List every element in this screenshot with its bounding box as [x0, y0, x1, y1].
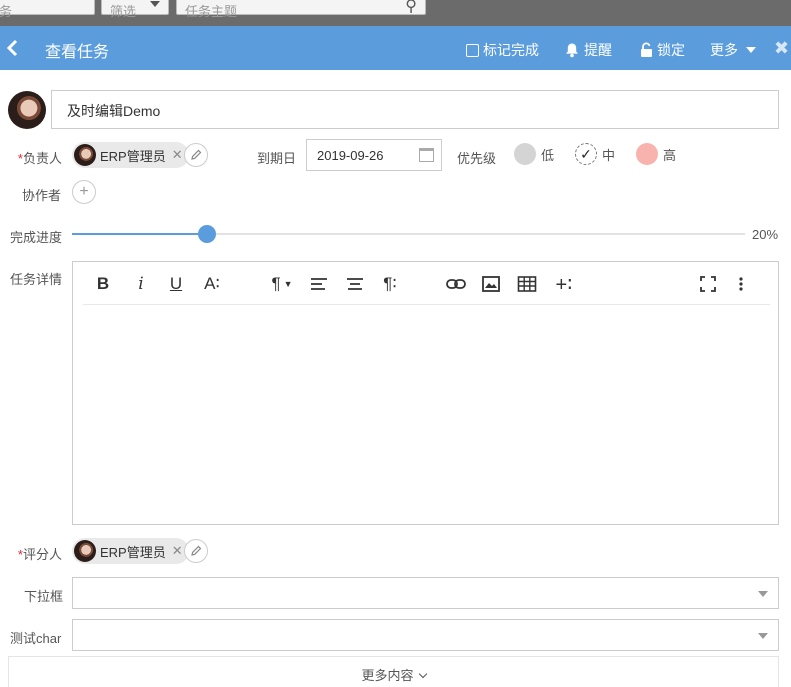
priority-low-dot [514, 143, 536, 165]
priority-high-label: 高 [663, 147, 677, 163]
checkbox-icon [466, 43, 479, 57]
fullscreen-icon[interactable] [699, 274, 717, 294]
bold-icon[interactable]: B [95, 274, 111, 294]
scorer-name: ERP管理员 [100, 544, 166, 560]
search-input[interactable]: 任务主题 ⚲ [176, 0, 426, 19]
due-date-label: 到期日 [257, 151, 297, 166]
rich-text-editor[interactable]: B i U A∶ ¶ ▼ ¶∶ +∶ [72, 261, 779, 525]
calendar-icon[interactable] [419, 148, 434, 162]
more-menu-button[interactable]: 更多 [710, 40, 756, 60]
close-icon[interactable]: ✖ [774, 38, 789, 59]
progress-fill [72, 233, 207, 235]
filter-select[interactable]: 筛选 [101, 0, 169, 19]
progress-slider[interactable] [72, 225, 745, 243]
more-content-label: 更多内容 [361, 668, 414, 683]
paragraph-format-icon[interactable]: ¶ ▼ [267, 274, 297, 294]
task-title-input[interactable]: 及时编辑Demo [51, 90, 779, 129]
dropdown-label: 下拉框 [24, 589, 64, 604]
check-icon: ✓ [575, 143, 597, 165]
unlock-icon [640, 42, 653, 58]
collaborators-label: 协作者 [22, 188, 62, 203]
insert-more-icon[interactable]: +∶ [553, 274, 575, 296]
category-select[interactable]: 务 [0, 0, 95, 19]
font-size-icon[interactable]: A∶ [201, 274, 223, 294]
assignee-label: *负责人 [14, 148, 62, 167]
progress-label: 完成进度 [10, 230, 63, 245]
italic-icon[interactable]: i [133, 274, 149, 294]
priority-medium-label: 中 [602, 147, 616, 163]
pencil-icon [191, 149, 202, 160]
task-title-value: 及时编辑Demo [67, 103, 161, 119]
dropdown-select[interactable] [72, 577, 779, 609]
creator-avatar [8, 91, 46, 129]
scorer-label: *评分人 [14, 544, 62, 563]
link-icon[interactable] [445, 274, 467, 294]
scorer-label-text: 评分人 [22, 547, 62, 562]
back-arrow-icon[interactable] [5, 38, 21, 58]
test-char-select[interactable] [72, 619, 779, 651]
avatar [74, 144, 96, 166]
chevron-down-icon [758, 633, 768, 639]
image-icon[interactable] [481, 274, 501, 294]
progress-percent: 20% [752, 227, 779, 242]
edit-scorer-button[interactable] [184, 539, 208, 563]
table-icon[interactable] [517, 274, 537, 294]
align-left-icon[interactable] [309, 274, 329, 294]
details-label: 任务详情 [10, 272, 63, 287]
pencil-icon [191, 545, 202, 556]
mark-done-label: 标记完成 [483, 42, 539, 58]
progress-handle[interactable] [197, 225, 216, 243]
scorer-tag[interactable]: ERP管理员 ✕ [72, 538, 189, 564]
more-content-button[interactable]: 更多内容 [8, 656, 779, 687]
chevron-down-icon [418, 669, 427, 679]
remind-button[interactable]: 提醒 [564, 40, 612, 60]
page-title: 查看任务 [45, 44, 110, 61]
plus-icon: + [79, 183, 89, 200]
background-toolbar: 务 筛选 任务主题 ⚲ [0, 0, 791, 26]
assignee-name: ERP管理员 [100, 148, 166, 164]
priority-option-medium[interactable]: ✓ 中 [575, 143, 615, 165]
add-collaborator-button[interactable]: + [72, 180, 96, 204]
underline-icon[interactable]: U [167, 274, 185, 294]
search-icon[interactable]: ⚲ [405, 0, 417, 16]
lock-button[interactable]: 锁定 [640, 40, 685, 60]
editor-toolbar: B i U A∶ ¶ ▼ ¶∶ +∶ [83, 262, 770, 305]
filter-select-value: 筛选 [110, 4, 137, 19]
remind-label: 提醒 [584, 42, 612, 58]
paragraph-style-icon[interactable]: ¶∶ [379, 274, 401, 294]
search-placeholder: 任务主题 [185, 4, 238, 19]
more-vertical-icon[interactable] [737, 274, 745, 294]
chevron-down-icon [150, 1, 160, 7]
assignee-label-text: 负责人 [22, 151, 62, 166]
due-date-input[interactable]: 2019-09-26 [306, 139, 442, 171]
more-label: 更多 [710, 42, 738, 58]
mark-done-button[interactable]: 标记完成 [466, 40, 539, 60]
edit-assignee-button[interactable] [184, 143, 208, 167]
assignee-tag[interactable]: ERP管理员 ✕ [72, 142, 189, 168]
dialog-header: 查看任务 标记完成 提醒 锁定 更多 ✖ [0, 26, 791, 70]
category-select-value: 务 [0, 4, 13, 19]
avatar [74, 540, 96, 562]
lock-label: 锁定 [657, 42, 685, 58]
test-char-label: 测试char [10, 631, 62, 646]
priority-label: 优先级 [457, 151, 497, 166]
priority-option-low[interactable]: 低 [514, 143, 554, 165]
priority-high-dot [636, 143, 658, 165]
priority-low-label: 低 [541, 147, 555, 163]
remove-icon[interactable]: ✕ [172, 543, 183, 559]
align-center-icon[interactable] [345, 274, 365, 294]
chevron-down-icon [758, 591, 768, 597]
bell-icon [564, 42, 580, 58]
due-date-value: 2019-09-26 [317, 148, 384, 163]
editor-content-area[interactable] [73, 306, 778, 524]
remove-icon[interactable]: ✕ [172, 147, 183, 163]
priority-option-high[interactable]: 高 [636, 143, 676, 165]
chevron-down-icon [746, 47, 756, 53]
